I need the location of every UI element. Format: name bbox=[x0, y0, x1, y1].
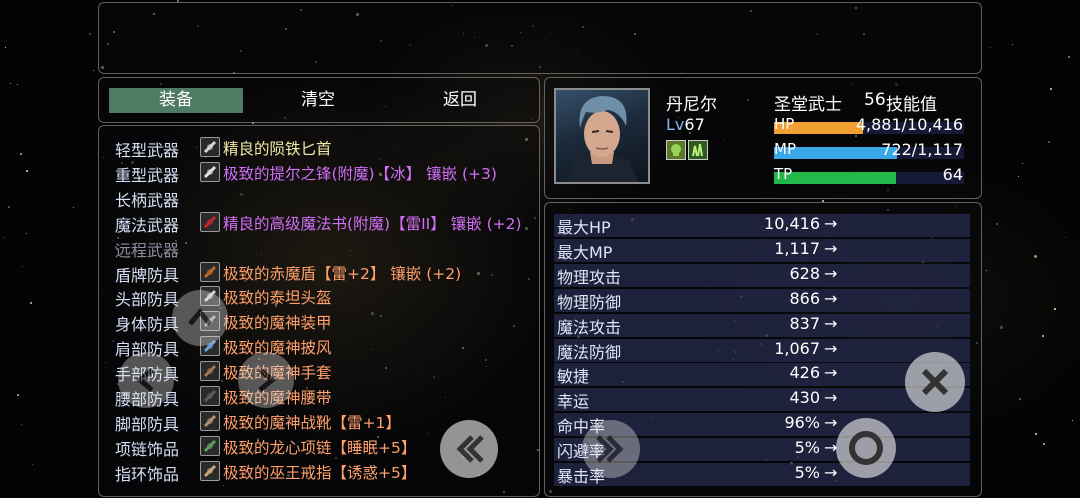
character-status-window: 丹尼尔 圣堂武士 56 技能值 Lv67 HP 4,881/10,416 MP … bbox=[544, 77, 982, 199]
stat-change-arrow: → bbox=[824, 214, 838, 233]
character-class: 圣堂武士 bbox=[774, 95, 842, 115]
equipped-item-name: 极致的泰坦头盔 bbox=[223, 289, 332, 308]
stat-name: 敏捷 bbox=[557, 367, 590, 387]
stat-value: 1,067 bbox=[774, 338, 820, 358]
ring-icon bbox=[200, 460, 220, 481]
message-window bbox=[98, 2, 982, 74]
stat-name: 物理防御 bbox=[557, 292, 622, 312]
stat-row: 物理攻击 628 → bbox=[554, 263, 970, 287]
stat-name: 最大HP bbox=[557, 218, 611, 237]
mp-value: 722/1,117 bbox=[881, 140, 963, 159]
stat-row: 最大MP 1,117 → bbox=[554, 238, 970, 262]
stat-value: 837 bbox=[789, 313, 820, 333]
slot-label: 脚部防具 bbox=[115, 414, 180, 434]
shield-icon bbox=[200, 261, 220, 282]
equipped-item-name: 极致的提尔之锋(附魔)【冰】 镶嵌 (+3) bbox=[223, 164, 497, 183]
equipment-slot-row[interactable]: 身体防具 极致的魔神装甲 bbox=[99, 310, 539, 335]
slot-label: 盾牌防具 bbox=[115, 265, 180, 285]
equipped-item-name: 极致的魔神装甲 bbox=[223, 314, 332, 333]
stat-change-arrow: → bbox=[824, 238, 838, 258]
stat-change-arrow: → bbox=[824, 388, 838, 408]
slot-label: 远程武器 bbox=[115, 240, 180, 260]
back-command[interactable]: 返回 bbox=[393, 88, 527, 113]
skill-points-label: 技能值 bbox=[886, 95, 937, 115]
regen-status-icon bbox=[688, 140, 708, 160]
equipped-item-name: 精良的陨铁匕首 bbox=[223, 140, 332, 158]
sword-icon bbox=[200, 161, 220, 182]
stat-change-arrow: → bbox=[824, 363, 838, 383]
clear-command[interactable]: 清空 bbox=[251, 88, 385, 113]
stat-name: 魔法防御 bbox=[557, 342, 622, 362]
equipment-slot-row[interactable]: 重型武器 极致的提尔之锋(附魔)【冰】 镶嵌 (+3) bbox=[99, 161, 539, 186]
stat-name: 幸运 bbox=[557, 392, 590, 412]
stat-value: 426 bbox=[789, 363, 820, 383]
stat-value: 96% bbox=[784, 413, 820, 433]
level-prefix: Lv bbox=[666, 115, 685, 134]
close-icon[interactable] bbox=[905, 352, 965, 412]
boots-icon bbox=[200, 410, 220, 431]
tp-value: 64 bbox=[942, 165, 963, 184]
hp-value: 4,881/10,416 bbox=[855, 115, 963, 134]
equipment-slot-row[interactable]: 远程武器 bbox=[99, 236, 539, 261]
skill-points-value: 56 bbox=[864, 90, 886, 110]
belt-icon bbox=[200, 386, 220, 406]
poison-status-icon bbox=[666, 140, 686, 160]
level-value: 67 bbox=[684, 115, 705, 134]
slot-label: 头部防具 bbox=[115, 290, 180, 310]
dpad-up-icon[interactable] bbox=[172, 290, 228, 346]
dpad-left-icon[interactable] bbox=[118, 352, 174, 408]
slot-label: 项链饰品 bbox=[115, 439, 180, 459]
gloves-icon bbox=[200, 361, 220, 382]
stat-change-arrow: → bbox=[824, 288, 838, 308]
mp-label: MP bbox=[774, 140, 796, 158]
spellbook-icon bbox=[200, 211, 220, 232]
stat-value: 1,117 bbox=[774, 238, 820, 258]
stat-change-arrow: → bbox=[824, 338, 838, 358]
slot-label: 指环饰品 bbox=[115, 464, 180, 484]
stat-change-arrow: → bbox=[824, 263, 838, 283]
tp-label: TP bbox=[774, 165, 793, 183]
stat-row: 物理防御 866 → bbox=[554, 288, 970, 312]
stat-value: 10,416 bbox=[764, 214, 820, 233]
equipment-slot-row[interactable]: 轻型武器 精良的陨铁匕首 bbox=[99, 136, 539, 161]
character-portrait bbox=[554, 88, 650, 184]
slot-label: 魔法武器 bbox=[115, 215, 180, 235]
slot-label: 重型武器 bbox=[115, 165, 180, 185]
slot-label: 长柄武器 bbox=[115, 190, 180, 210]
command-window: 装备 清空 返回 bbox=[98, 77, 540, 123]
equipped-item-name: 精良的高级魔法书(附魔)【雷II】 镶嵌 (+2) bbox=[223, 214, 522, 233]
equipment-slot-row[interactable]: 魔法武器 精良的高级魔法书(附魔)【雷II】 镶嵌 (+2) bbox=[99, 211, 539, 236]
dagger-icon bbox=[200, 137, 220, 157]
confirm-icon[interactable] bbox=[836, 418, 896, 478]
character-name: 丹尼尔 bbox=[666, 95, 717, 115]
equipped-item-name: 极致的赤魔盾【雷+2】 镶嵌 (+2) bbox=[223, 264, 462, 283]
page-right-icon[interactable] bbox=[582, 420, 640, 478]
stat-name: 魔法攻击 bbox=[557, 317, 622, 337]
stat-change-arrow: → bbox=[824, 313, 838, 333]
stat-value: 430 bbox=[789, 388, 820, 408]
stat-name: 最大MP bbox=[557, 242, 613, 262]
stat-row: 魔法攻击 837 → bbox=[554, 313, 970, 337]
stat-name: 物理攻击 bbox=[557, 267, 622, 287]
equipment-slot-row[interactable]: 长柄武器 bbox=[99, 186, 539, 211]
stat-value: 866 bbox=[789, 288, 820, 308]
stat-row: 最大HP 10,416 → bbox=[554, 214, 970, 237]
equip-command[interactable]: 装备 bbox=[109, 88, 243, 113]
level-display: Lv67 bbox=[666, 115, 705, 134]
stat-value: 5% bbox=[794, 438, 820, 458]
equipment-slot-row[interactable]: 头部防具 极致的泰坦头盔 bbox=[99, 285, 539, 310]
equipment-slot-row[interactable]: 盾牌防具 极致的赤魔盾【雷+2】 镶嵌 (+2) bbox=[99, 261, 539, 286]
equipped-item-name: 极致的龙心项链【睡眠+5】 bbox=[223, 438, 417, 457]
stat-value: 628 bbox=[789, 263, 820, 283]
equipped-item-name: 极致的巫王戒指【诱惑+5】 bbox=[223, 463, 417, 482]
necklace-icon bbox=[200, 435, 220, 456]
page-left-icon[interactable] bbox=[440, 420, 498, 478]
dpad-right-icon[interactable] bbox=[238, 352, 294, 408]
slot-label: 轻型武器 bbox=[115, 141, 180, 160]
stat-value: 5% bbox=[794, 463, 820, 482]
slot-label: 身体防具 bbox=[115, 315, 180, 335]
hp-label: HP bbox=[774, 115, 795, 133]
equipped-item-name: 极致的魔神战靴【雷+1】 bbox=[223, 413, 401, 432]
